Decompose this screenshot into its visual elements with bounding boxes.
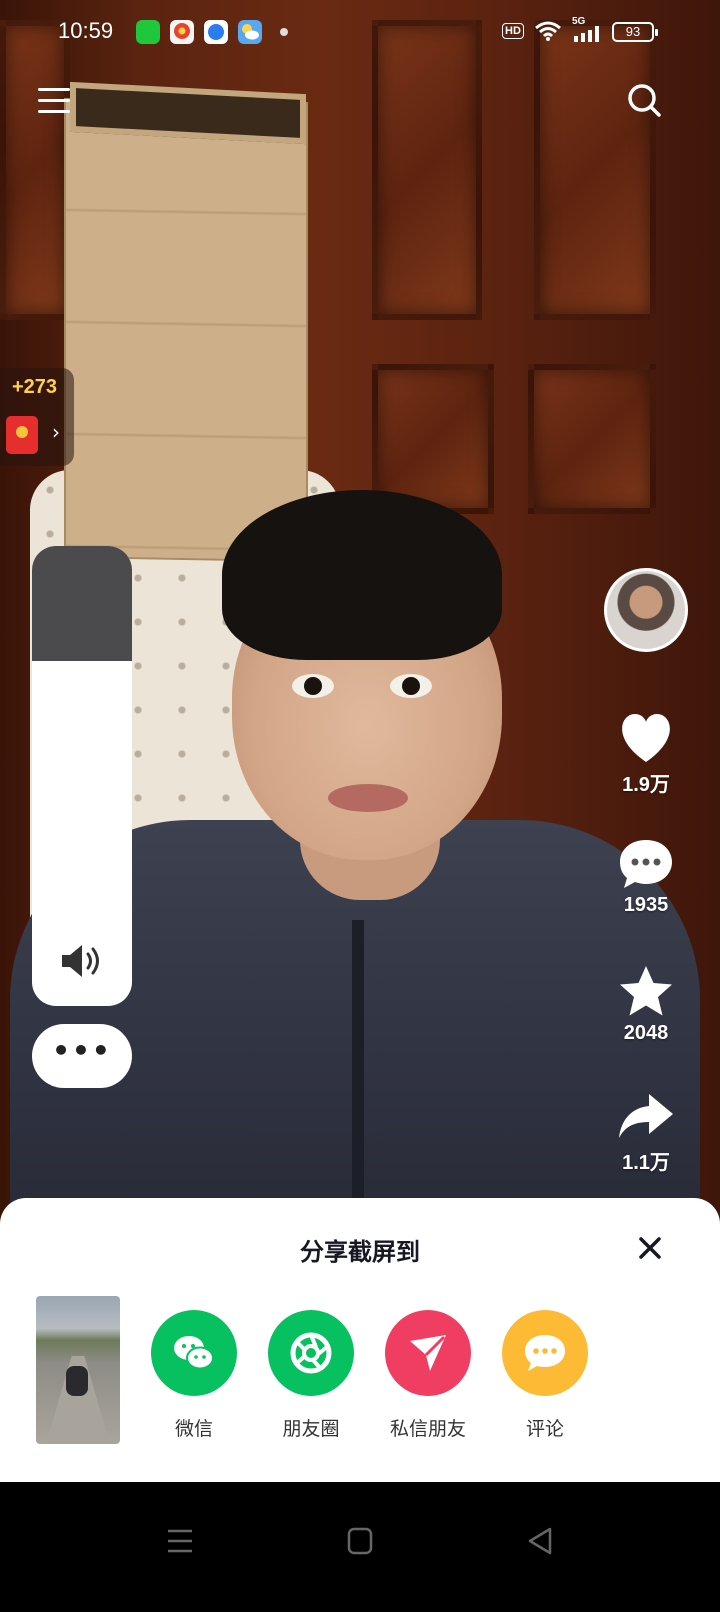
- star-icon: [620, 966, 672, 1016]
- eye: [292, 674, 334, 698]
- door-panel: [372, 20, 482, 320]
- door-panel: [528, 364, 656, 514]
- thumbnail-person: [66, 1366, 88, 1396]
- share-target-label: 朋友圈: [282, 1418, 340, 1440]
- wifi-icon: [535, 21, 561, 41]
- comment-button[interactable]: 1935: [606, 838, 686, 917]
- cardboard-box: [64, 97, 308, 563]
- back-icon[interactable]: [522, 1526, 558, 1556]
- screenshot-thumbnail[interactable]: [36, 1296, 120, 1444]
- status-time: 10:59: [58, 18, 114, 43]
- favorite-count: 2048: [623, 1022, 669, 1044]
- hair: [222, 490, 502, 660]
- send-icon: [410, 1335, 446, 1371]
- door-panel: [0, 20, 70, 320]
- app-notification-icon: [136, 20, 160, 44]
- close-icon[interactable]: [636, 1234, 664, 1262]
- comment-icon: [525, 1335, 565, 1371]
- reward-widget[interactable]: +273 ›: [0, 368, 74, 466]
- share-target-circle: [502, 1310, 588, 1396]
- door-panel: [534, 20, 656, 320]
- heart-icon: [622, 714, 670, 762]
- share-target-moments[interactable]: 朋友圈: [253, 1310, 369, 1441]
- comment-bubble-icon: [620, 840, 672, 888]
- favorite-button[interactable]: 2048: [606, 964, 686, 1045]
- navigation-bar: [0, 1482, 720, 1612]
- hoodie-zipper: [352, 920, 364, 1240]
- chevron-right-icon: ›: [52, 420, 60, 444]
- app-notification-icon: [170, 20, 194, 44]
- notification-dot: [280, 28, 288, 36]
- reward-points: +273: [12, 376, 58, 398]
- like-count: 1.9万: [622, 774, 670, 796]
- home-icon[interactable]: [342, 1526, 378, 1556]
- eye: [390, 674, 432, 698]
- share-target-direct-message[interactable]: 私信朋友: [370, 1310, 486, 1441]
- mouth: [328, 784, 408, 812]
- share-target-wechat[interactable]: 微信: [136, 1310, 252, 1441]
- signal-icon: [574, 26, 599, 42]
- share-target-comment[interactable]: 评论: [487, 1310, 603, 1441]
- share-target-label: 评论: [525, 1418, 564, 1440]
- speaker-icon: [62, 945, 99, 977]
- moments-icon: [290, 1332, 332, 1374]
- weather-icon: [238, 20, 262, 44]
- share-target-label: 私信朋友: [389, 1418, 466, 1440]
- battery-indicator: 93: [612, 22, 658, 42]
- like-button[interactable]: 1.9万: [606, 712, 686, 797]
- share-count: 1.1万: [622, 1152, 670, 1174]
- comment-count: 1935: [623, 894, 669, 916]
- status-bar: 10:59 HD 5G 93: [0, 0, 720, 64]
- share-target-circle: [151, 1310, 237, 1396]
- share-target-circle: [385, 1310, 471, 1396]
- share-target-circle: [268, 1310, 354, 1396]
- share-sheet-title: 分享截屏到: [300, 1238, 420, 1266]
- volume-slider[interactable]: [32, 546, 132, 1006]
- author-avatar[interactable]: [604, 568, 688, 652]
- search-icon[interactable]: [626, 82, 662, 118]
- more-options-button[interactable]: •••: [32, 1024, 132, 1088]
- red-packet-icon: [6, 416, 38, 454]
- app-notification-icon: [204, 20, 228, 44]
- hd-badge: HD: [502, 23, 524, 39]
- volume-slider-track: [32, 546, 132, 661]
- share-button[interactable]: 1.1万: [606, 1092, 686, 1175]
- recent-apps-icon[interactable]: [162, 1526, 198, 1556]
- share-arrow-icon: [619, 1094, 673, 1138]
- share-target-label: 微信: [174, 1418, 213, 1440]
- share-sheet: 分享截屏到 微信 朋友圈 私信朋友 评论: [0, 1198, 720, 1482]
- menu-icon[interactable]: [38, 86, 70, 116]
- wechat-icon: [174, 1336, 214, 1370]
